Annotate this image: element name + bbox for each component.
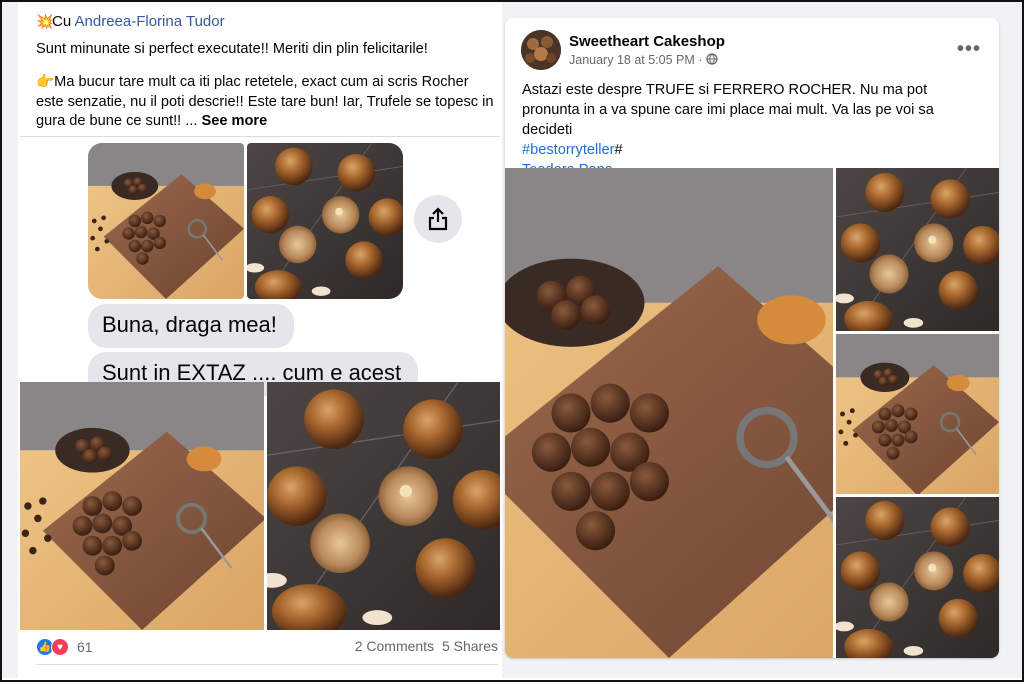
post-text-line1: Sunt minunate si perfect executate!! Mer… [36, 41, 428, 57]
truffle-photo[interactable] [20, 382, 264, 630]
rocher-photo-3[interactable] [836, 497, 999, 658]
tag-prefix: Cu [52, 13, 75, 30]
page-name-link[interactable]: Sweetheart Cakeshop [569, 33, 725, 50]
post-photos [20, 382, 500, 630]
explosion-emoji-icon: 💥 [36, 13, 54, 29]
post-body: Astazi este despre TRUFE si FERRERO ROCH… [522, 80, 982, 180]
shared-post-card: 💥Cu Andreea-Florina Tudor Sunt minunate … [20, 8, 500, 672]
reaction-count: 61 [77, 639, 93, 655]
share-button[interactable] [414, 195, 462, 243]
more-options-button[interactable]: ••• [957, 38, 981, 61]
hashtag-link[interactable]: #bestorryteller [522, 142, 614, 158]
comments-count-link[interactable]: 2 Comments [355, 638, 434, 654]
reactions-summary[interactable]: 👍 ♥ 61 [36, 638, 93, 656]
post-meta: January 18 at 5:05 PM · [569, 53, 718, 67]
engagement-counts: 2 Comments 5 Shares [355, 638, 498, 654]
message-bubble: Buna, draga mea! [88, 304, 294, 348]
meta-separator: · [698, 53, 703, 67]
hash-suffix: # [614, 142, 623, 158]
divider [36, 664, 498, 665]
photo-grid [505, 168, 999, 658]
truffle-photo-2[interactable] [836, 334, 999, 494]
left-gutter [2, 2, 18, 678]
post-body-text: Astazi este despre TRUFE si FERRERO ROCH… [522, 82, 934, 138]
tag-line: 💥Cu Andreea-Florina Tudor [36, 13, 225, 30]
globe-icon [706, 53, 718, 65]
tagged-user-link[interactable]: Andreea-Florina Tudor [75, 13, 225, 30]
avatar[interactable] [521, 30, 561, 70]
post-stats: 👍 ♥ 61 2 Comments 5 Shares [36, 638, 498, 658]
shares-count-link[interactable]: 5 Shares [442, 638, 498, 654]
rocher-photo-1[interactable] [836, 168, 999, 331]
truffle-photo-large[interactable] [505, 168, 833, 658]
truffle-photo-thumb[interactable] [88, 143, 244, 299]
see-more-link[interactable]: See more [202, 113, 268, 129]
share-icon [428, 207, 448, 231]
pointing-hand-emoji-icon: 👉 [36, 74, 55, 90]
rocher-photo[interactable] [267, 382, 500, 630]
message-screenshot: Buna, draga mea! Sunt in EXTAZ .... cum … [20, 137, 500, 396]
love-reaction-icon: ♥ [51, 638, 69, 656]
post-timestamp-link[interactable]: January 18 at 5:05 PM [569, 53, 695, 67]
page-post-card: Sweetheart Cakeshop January 18 at 5:05 P… [505, 18, 999, 658]
rocher-photo-thumb[interactable] [247, 143, 403, 299]
post-text-line2: 👉Ma bucur tare mult ca iti plac retetele… [36, 73, 498, 132]
